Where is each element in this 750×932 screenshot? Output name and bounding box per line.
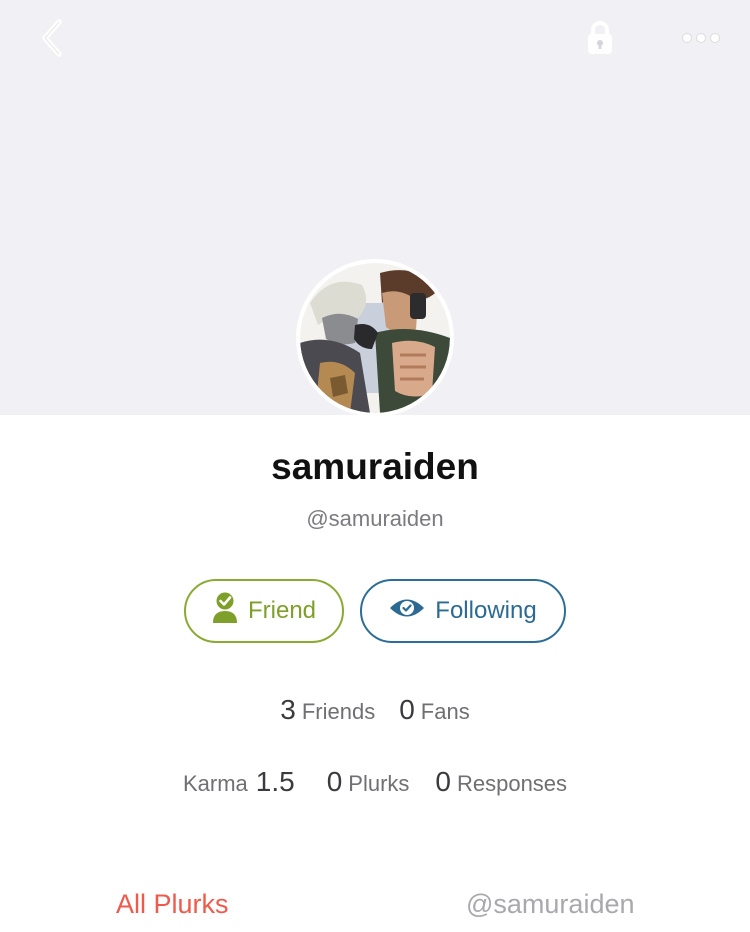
karma-label: Karma — [182, 771, 248, 796]
friends-count: 3 — [280, 694, 296, 725]
tab-all-plurks[interactable]: All Plurks — [116, 886, 229, 922]
responses-count: 0 — [435, 766, 451, 797]
profile-page: samuraiden @samuraiden Friend Following … — [0, 0, 750, 932]
responses-label: Responses — [456, 771, 568, 796]
friends-stat[interactable]: 3 Friends — [280, 694, 375, 726]
more-dots-icon — [681, 31, 721, 50]
eye-icon — [389, 597, 425, 626]
karma-value: 1.5 — [255, 766, 295, 797]
avatar[interactable] — [296, 259, 454, 417]
username-handle: @samuraiden — [306, 506, 444, 531]
tab-user-mentions[interactable]: @samuraiden — [466, 886, 635, 922]
following-button-label: Following — [435, 597, 537, 624]
plurks-stat: 0 Plurks — [327, 766, 410, 798]
activity-stats-row: Karma 1.5 0 Plurks 0 Responses — [0, 766, 750, 798]
fans-label: Fans — [420, 699, 470, 724]
more-options-button[interactable] — [676, 18, 726, 62]
social-stats-row: 3 Friends 0 Fans — [0, 694, 750, 726]
friends-label: Friends — [301, 699, 376, 724]
fans-stat[interactable]: 0 Fans — [399, 694, 470, 726]
karma-stat: Karma 1.5 — [183, 766, 301, 798]
plurks-label: Plurks — [348, 771, 410, 796]
responses-stat: 0 Responses — [435, 766, 567, 798]
back-button[interactable] — [30, 18, 74, 62]
avatar-image — [300, 263, 450, 413]
following-button[interactable]: Following — [360, 579, 566, 643]
display-name: samuraiden — [271, 446, 479, 487]
plurks-count: 0 — [326, 766, 343, 797]
lock-icon — [585, 19, 615, 62]
friend-button-label: Friend — [247, 597, 317, 624]
fans-count: 0 — [399, 694, 415, 725]
chevron-left-icon — [39, 18, 65, 63]
profile-tabs: All Plurks @samuraiden — [0, 886, 750, 926]
friend-button[interactable]: Friend — [184, 579, 344, 643]
friend-check-icon — [212, 592, 238, 631]
privacy-lock-button[interactable] — [578, 18, 622, 62]
